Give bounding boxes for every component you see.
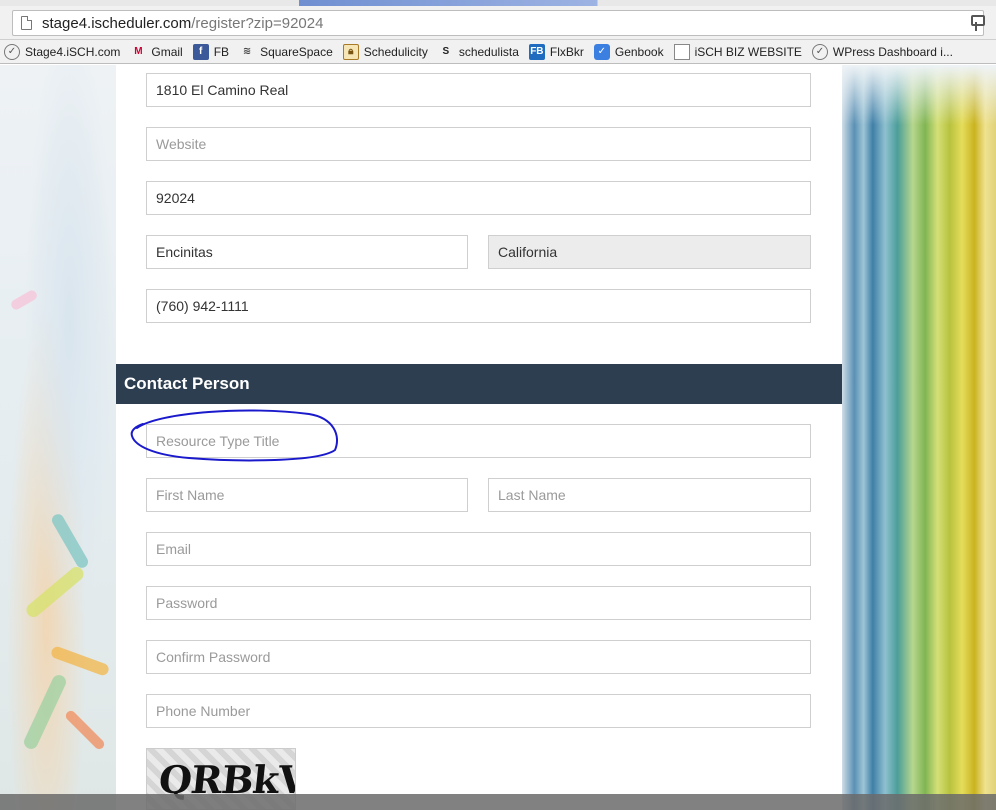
bookmark-label: Gmail bbox=[151, 44, 183, 59]
bookmark-label: FlxBkr bbox=[549, 44, 584, 59]
address-field[interactable]: 1810 El Camino Real bbox=[146, 73, 811, 107]
lock-icon: 🔒︎ bbox=[342, 43, 359, 60]
bookmark-squarespace[interactable]: ≋ SquareSpace bbox=[239, 44, 333, 60]
gmail-icon: M bbox=[134, 46, 143, 57]
confirm-password-field[interactable]: Confirm Password bbox=[146, 640, 811, 674]
bookmark-label: SquareSpace bbox=[260, 44, 333, 59]
background-image-left bbox=[0, 65, 116, 810]
bookmark-stage4[interactable]: ✓ Stage4.iSCH.com bbox=[4, 43, 121, 60]
registration-panel: 1810 El Camino Real Website 92024 Encini… bbox=[116, 65, 842, 810]
browser-toolbar: stage4.ischeduler.com/register?zip=92024 bbox=[0, 0, 996, 40]
website-field[interactable]: Website bbox=[146, 127, 811, 161]
genbook-icon: ✓ bbox=[593, 43, 610, 60]
bookmark-label: FB bbox=[213, 44, 230, 59]
facebook-icon: f bbox=[192, 43, 209, 60]
bookmark-genbook[interactable]: ✓ Genbook bbox=[593, 43, 664, 60]
password-field[interactable]: Password bbox=[146, 586, 811, 620]
email-field[interactable]: Email bbox=[146, 532, 811, 566]
bookmark-label: Schedulicity bbox=[363, 44, 428, 59]
background-image-right bbox=[842, 65, 996, 810]
bookmark-fb[interactable]: f FB bbox=[192, 43, 230, 60]
bookmark-isch-biz[interactable]: iSCH BIZ WEBSITE bbox=[673, 43, 802, 60]
page-icon bbox=[21, 16, 32, 30]
last-name-field[interactable]: Last Name bbox=[488, 478, 811, 512]
bottom-overlay-bar bbox=[0, 794, 996, 810]
state-field: California bbox=[488, 235, 811, 269]
section-title: Contact Person bbox=[124, 374, 250, 393]
bookmarks-bar: ✓ Stage4.iSCH.com M Gmail f FB ≋ SquareSpace… bbox=[0, 40, 996, 64]
check-circle-icon: ✓ bbox=[4, 43, 20, 60]
url-host: stage4.ischeduler.com bbox=[42, 14, 192, 32]
city-field[interactable]: Encinitas bbox=[146, 235, 468, 269]
zip-field[interactable]: 92024 bbox=[146, 181, 811, 215]
bookmark-label: iSCH BIZ WEBSITE bbox=[694, 44, 802, 59]
business-phone-field[interactable]: (760) 942-1111 bbox=[146, 289, 811, 323]
bookmark-wpress[interactable]: ✓ WPress Dashboard i... bbox=[811, 43, 953, 60]
bookmark-label: schedulista bbox=[458, 44, 519, 59]
wordpress-icon: ✓ bbox=[811, 43, 828, 60]
address-bar[interactable]: stage4.ischeduler.com/register?zip=92024 bbox=[12, 10, 985, 36]
bookmark-label: WPress Dashboard i... bbox=[832, 44, 953, 59]
flexbooker-icon: FB bbox=[528, 43, 545, 60]
bookmark-flxbkr[interactable]: FB FlxBkr bbox=[528, 43, 584, 60]
contact-phone-field[interactable]: Phone Number bbox=[146, 694, 811, 728]
squarespace-icon: ≋ bbox=[242, 46, 252, 57]
contact-section-header: Contact Person bbox=[116, 364, 842, 404]
tab-strip bbox=[0, 0, 996, 6]
extension-icon[interactable] bbox=[971, 15, 985, 31]
bookmark-label: Genbook bbox=[614, 44, 664, 59]
bookmark-label: Stage4.iSCH.com bbox=[25, 44, 121, 59]
bookmark-schedulista[interactable]: Sschedulista bbox=[438, 44, 519, 60]
resource-type-title-field[interactable]: Resource Type Title bbox=[146, 424, 811, 458]
document-icon bbox=[673, 43, 690, 60]
schedulista-icon: S bbox=[442, 46, 450, 57]
first-name-field[interactable]: First Name bbox=[146, 478, 468, 512]
bookmark-gmail[interactable]: M Gmail bbox=[130, 44, 183, 60]
bookmark-schedulicity[interactable]: 🔒︎ Schedulicity bbox=[342, 43, 428, 60]
url-path: /register?zip=92024 bbox=[191, 14, 324, 32]
